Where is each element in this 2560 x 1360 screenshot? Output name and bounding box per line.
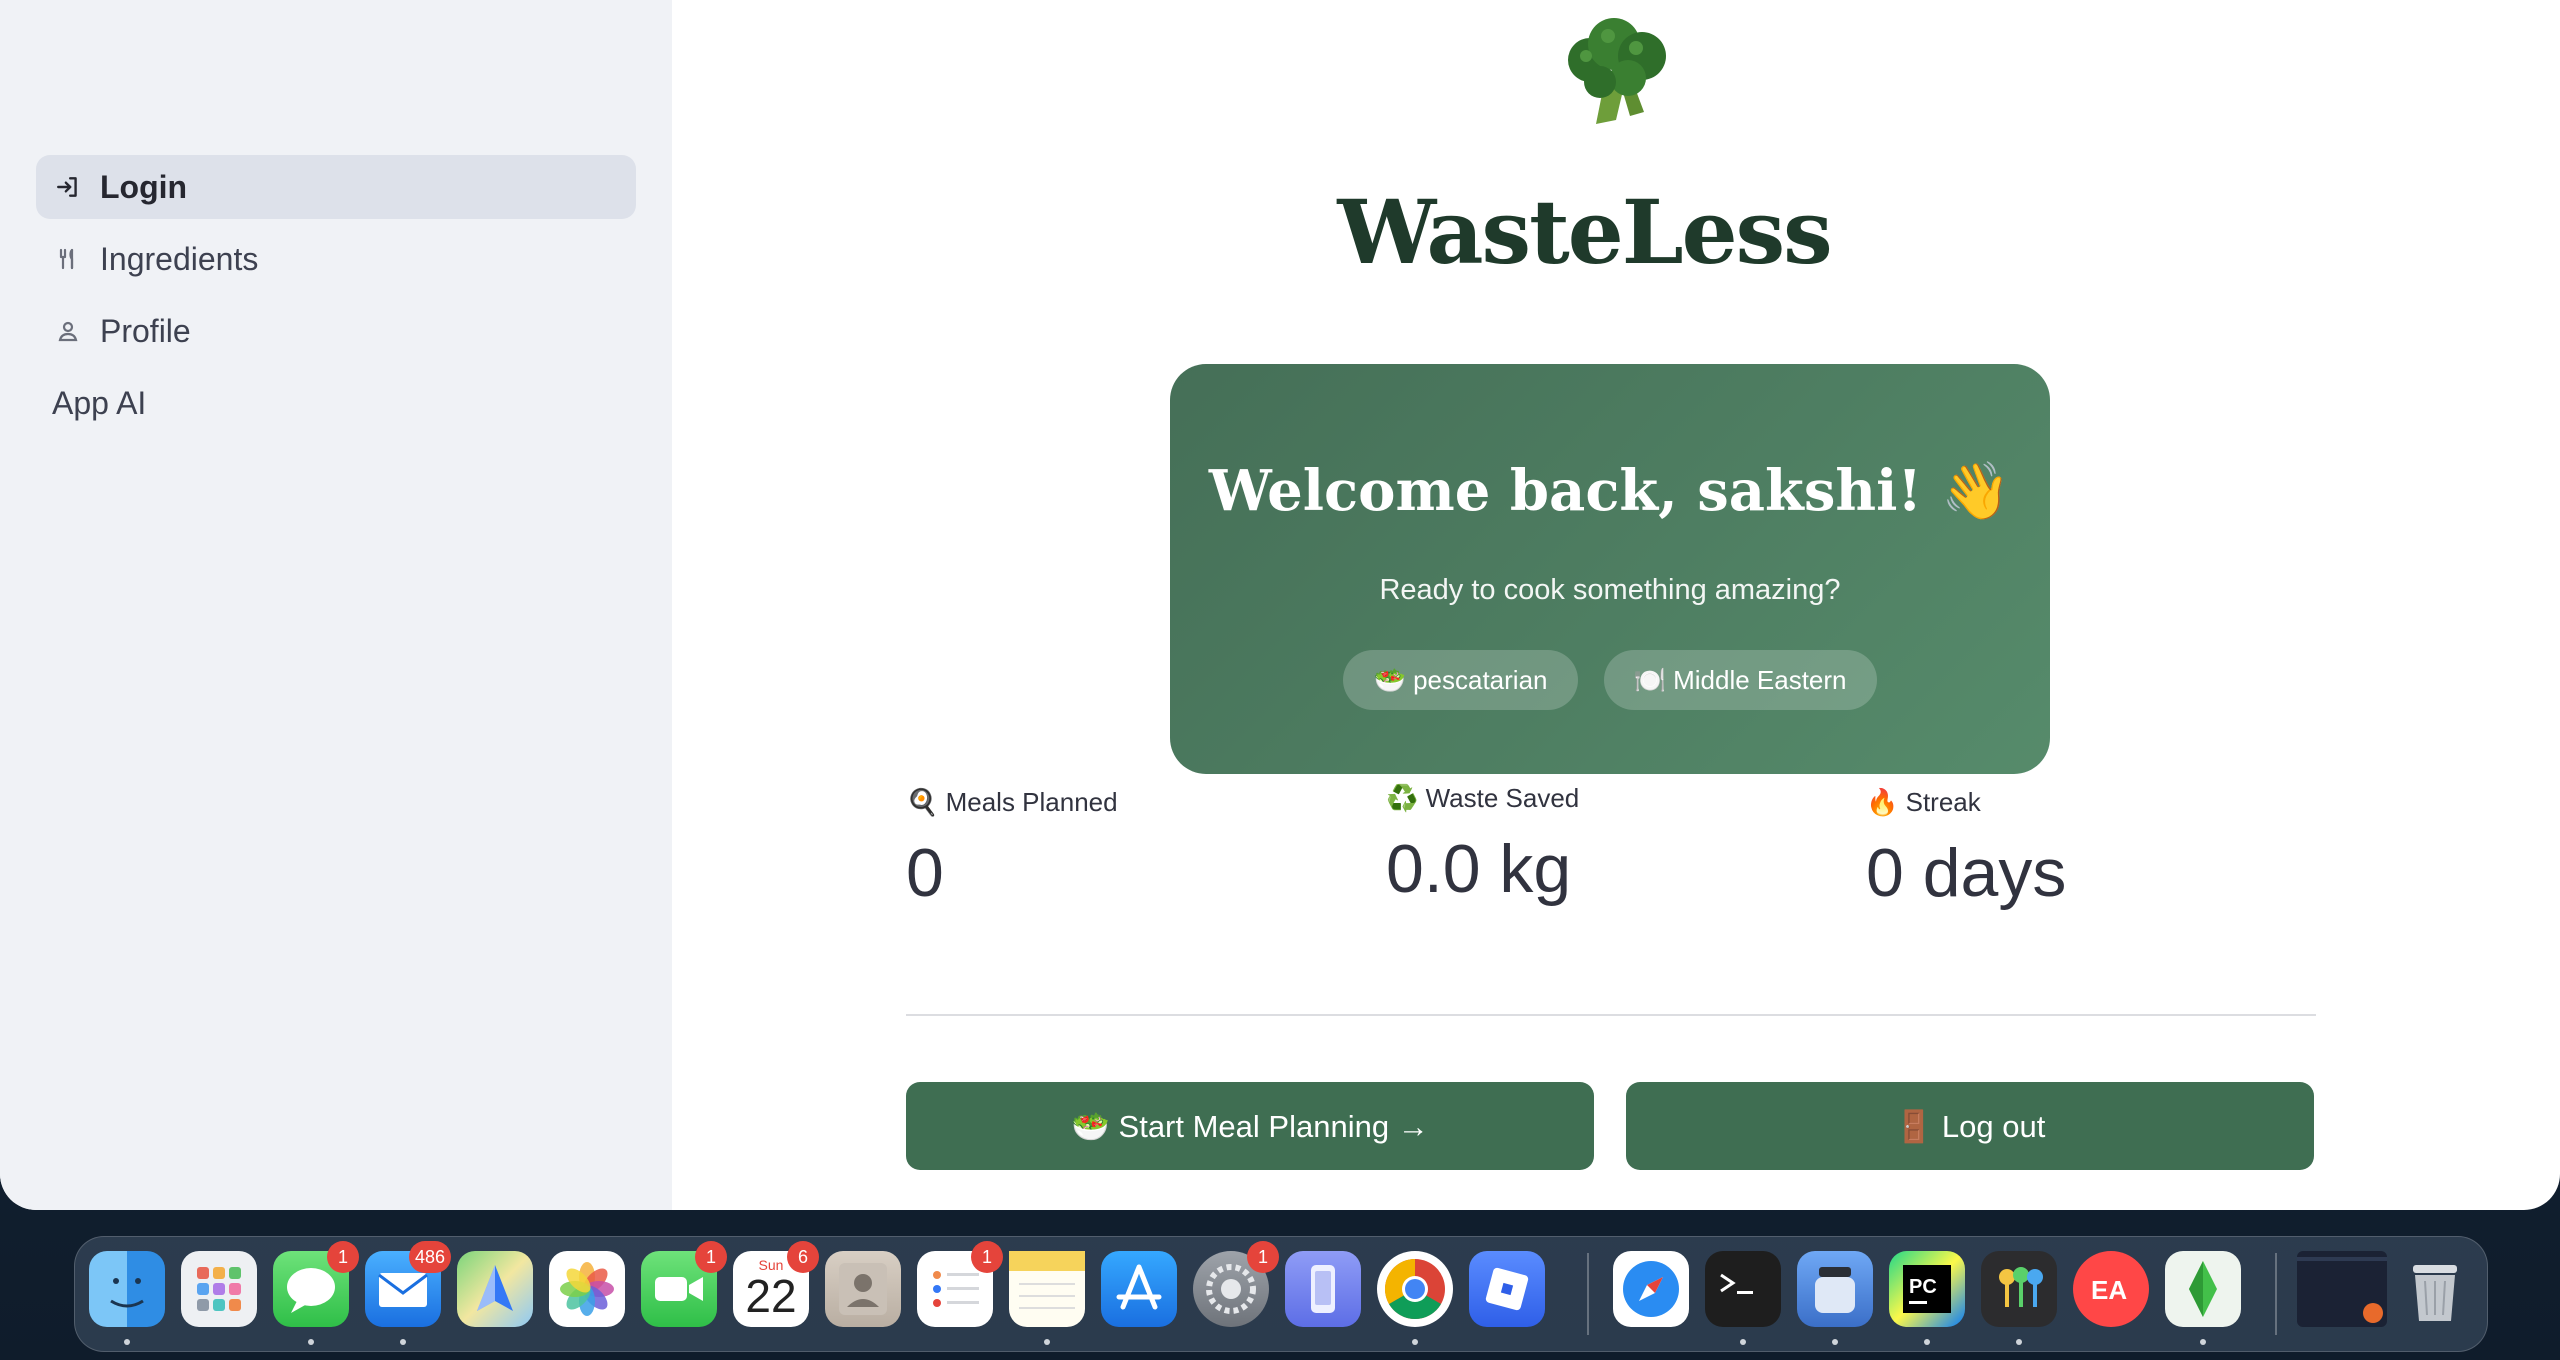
stat-label: 🍳 Meals Planned (906, 786, 1118, 817)
dock: 1 486 1 Sun 22 6 1 1 PC EA (74, 1236, 2488, 1352)
messages-icon[interactable]: 1 (273, 1241, 359, 1327)
sidebar-item-app-ai[interactable]: App AI (36, 371, 636, 435)
running-indicator (1740, 1339, 1746, 1345)
reminders-icon[interactable]: 1 (917, 1241, 1003, 1327)
sidebar-item-label: App AI (52, 384, 147, 421)
notification-badge: 1 (695, 1241, 727, 1273)
stat-value: 0.0 kg (1386, 831, 1572, 907)
running-indicator (1412, 1339, 1418, 1345)
facetime-icon[interactable]: 1 (641, 1241, 727, 1327)
notification-badge: 1 (971, 1241, 1003, 1273)
contacts-icon[interactable] (825, 1251, 901, 1327)
broccoli-icon (1552, 12, 1682, 132)
sidebar-item-label: Ingredients (100, 240, 259, 277)
running-indicator (1924, 1339, 1930, 1345)
log-out-button[interactable]: 🚪 Log out (1626, 1082, 2314, 1170)
iphone-mirroring-icon[interactable] (1285, 1251, 1361, 1327)
welcome-card: Welcome back, sakshi! 👋 Ready to cook so… (1170, 364, 2050, 774)
sidebar-item-label: Login (100, 168, 188, 205)
login-icon (54, 173, 82, 201)
start-meal-planning-button[interactable]: 🥗 Start Meal Planning → (906, 1082, 1594, 1170)
app-window: Login Ingredients Profile App AI WasteLe… (0, 0, 2560, 1210)
sidebar-item-login[interactable]: Login (36, 155, 636, 219)
preference-chips: 🥗 pescatarian 🍽️ Middle Eastern (1170, 650, 2050, 710)
svg-text:EA: EA (2091, 1275, 2127, 1305)
launchpad-icon[interactable] (181, 1251, 257, 1327)
running-indicator (124, 1339, 130, 1345)
notification-badge: 1 (1247, 1241, 1279, 1273)
running-indicator (308, 1339, 314, 1345)
running-indicator (400, 1339, 406, 1345)
stat-streak: 🔥 Streak 0 days (1866, 782, 2066, 912)
running-indicator (1832, 1339, 1838, 1345)
notification-badge: 486 (408, 1241, 451, 1273)
notes-icon[interactable] (1009, 1251, 1085, 1327)
sidebar-item-ingredients[interactable]: Ingredients (36, 227, 636, 291)
trash-icon[interactable] (2397, 1251, 2473, 1327)
welcome-subtitle: Ready to cook something amazing? (1379, 574, 1841, 606)
person-icon (54, 317, 82, 345)
stat-label: 🔥 Streak (1866, 786, 1981, 817)
main-content: WasteLess Welcome back, sakshi! 👋 Ready … (672, 0, 2560, 1210)
cuisine-chip: 🍽️ Middle Eastern (1603, 650, 1877, 710)
fork-knife-icon (54, 245, 82, 273)
calendar-day: 22 (745, 1270, 797, 1322)
safari-icon[interactable] (1613, 1251, 1689, 1327)
ea-icon[interactable]: EA (2073, 1251, 2149, 1327)
minimized-window-icon[interactable] (2297, 1251, 2387, 1327)
svg-text:PC: PC (1909, 1276, 1937, 1298)
sidebar-item-profile[interactable]: Profile (36, 299, 636, 363)
mail-icon[interactable]: 486 (365, 1241, 451, 1327)
page-title: WasteLess (1337, 180, 1832, 284)
dock-separator (1587, 1253, 1589, 1335)
dock-separator (2275, 1253, 2277, 1335)
sidebar: Login Ingredients Profile App AI (0, 0, 672, 1210)
terminal-icon[interactable] (1705, 1251, 1781, 1327)
stat-value: 0 days (1866, 835, 2067, 911)
notification-badge: 6 (787, 1241, 819, 1273)
jar-icon[interactable] (1797, 1251, 1873, 1327)
stat-label: ♻️ Waste Saved (1386, 782, 1580, 813)
stat-meals-planned: 🍳 Meals Planned 0 (906, 782, 1118, 912)
running-indicator (2200, 1339, 2206, 1345)
sidebar-nav: Login Ingredients Profile App AI (36, 155, 636, 443)
divider (906, 1014, 2316, 1016)
chrome-icon[interactable] (1377, 1251, 1453, 1327)
running-indicator (2016, 1339, 2022, 1345)
notification-badge: 1 (327, 1241, 359, 1273)
settings-icon[interactable]: 1 (1193, 1241, 1279, 1327)
stat-waste-saved: ♻️ Waste Saved 0.0 kg (1386, 778, 1579, 908)
running-indicator (1044, 1339, 1050, 1345)
maps-icon[interactable] (457, 1251, 533, 1327)
sidebar-item-label: Profile (100, 312, 191, 349)
diet-chip: 🥗 pescatarian (1343, 650, 1578, 710)
stat-value: 0 (906, 835, 944, 911)
roblox-icon[interactable] (1469, 1251, 1545, 1327)
welcome-title: Welcome back, sakshi! 👋 (1208, 458, 2012, 524)
finder-icon[interactable] (89, 1251, 165, 1327)
photos-icon[interactable] (549, 1251, 625, 1327)
pycharm-icon[interactable]: PC (1889, 1251, 1965, 1327)
sims-icon[interactable] (2165, 1251, 2241, 1327)
keychain-icon[interactable] (1981, 1251, 2057, 1327)
calendar-icon[interactable]: Sun 22 6 (733, 1241, 819, 1327)
app-store-icon[interactable] (1101, 1251, 1177, 1327)
